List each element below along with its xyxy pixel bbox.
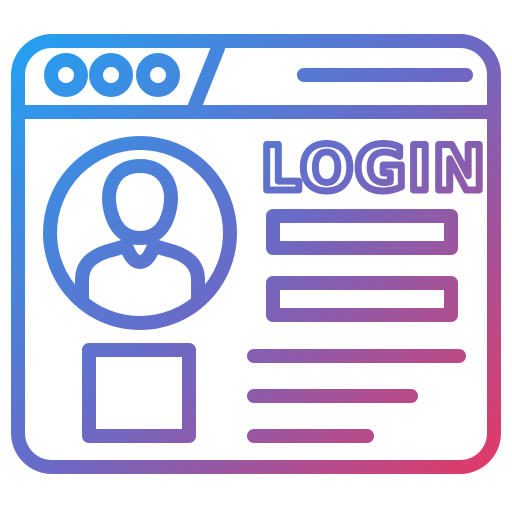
window-dot-2-icon	[89, 53, 133, 97]
window-dot-3-icon	[136, 53, 180, 97]
avatar-head-icon	[102, 159, 178, 245]
tab-separator	[187, 41, 225, 115]
window-dot-1-icon	[44, 53, 88, 97]
username-field[interactable]	[266, 209, 458, 255]
image-placeholder	[82, 343, 196, 443]
password-field[interactable]	[266, 276, 458, 322]
login-window-icon: LOGIN	[11, 34, 501, 474]
login-label: LOGIN	[261, 132, 487, 205]
login-window-illustration: LOGIN	[0, 0, 512, 512]
avatar-shoulders-icon	[75, 239, 205, 307]
